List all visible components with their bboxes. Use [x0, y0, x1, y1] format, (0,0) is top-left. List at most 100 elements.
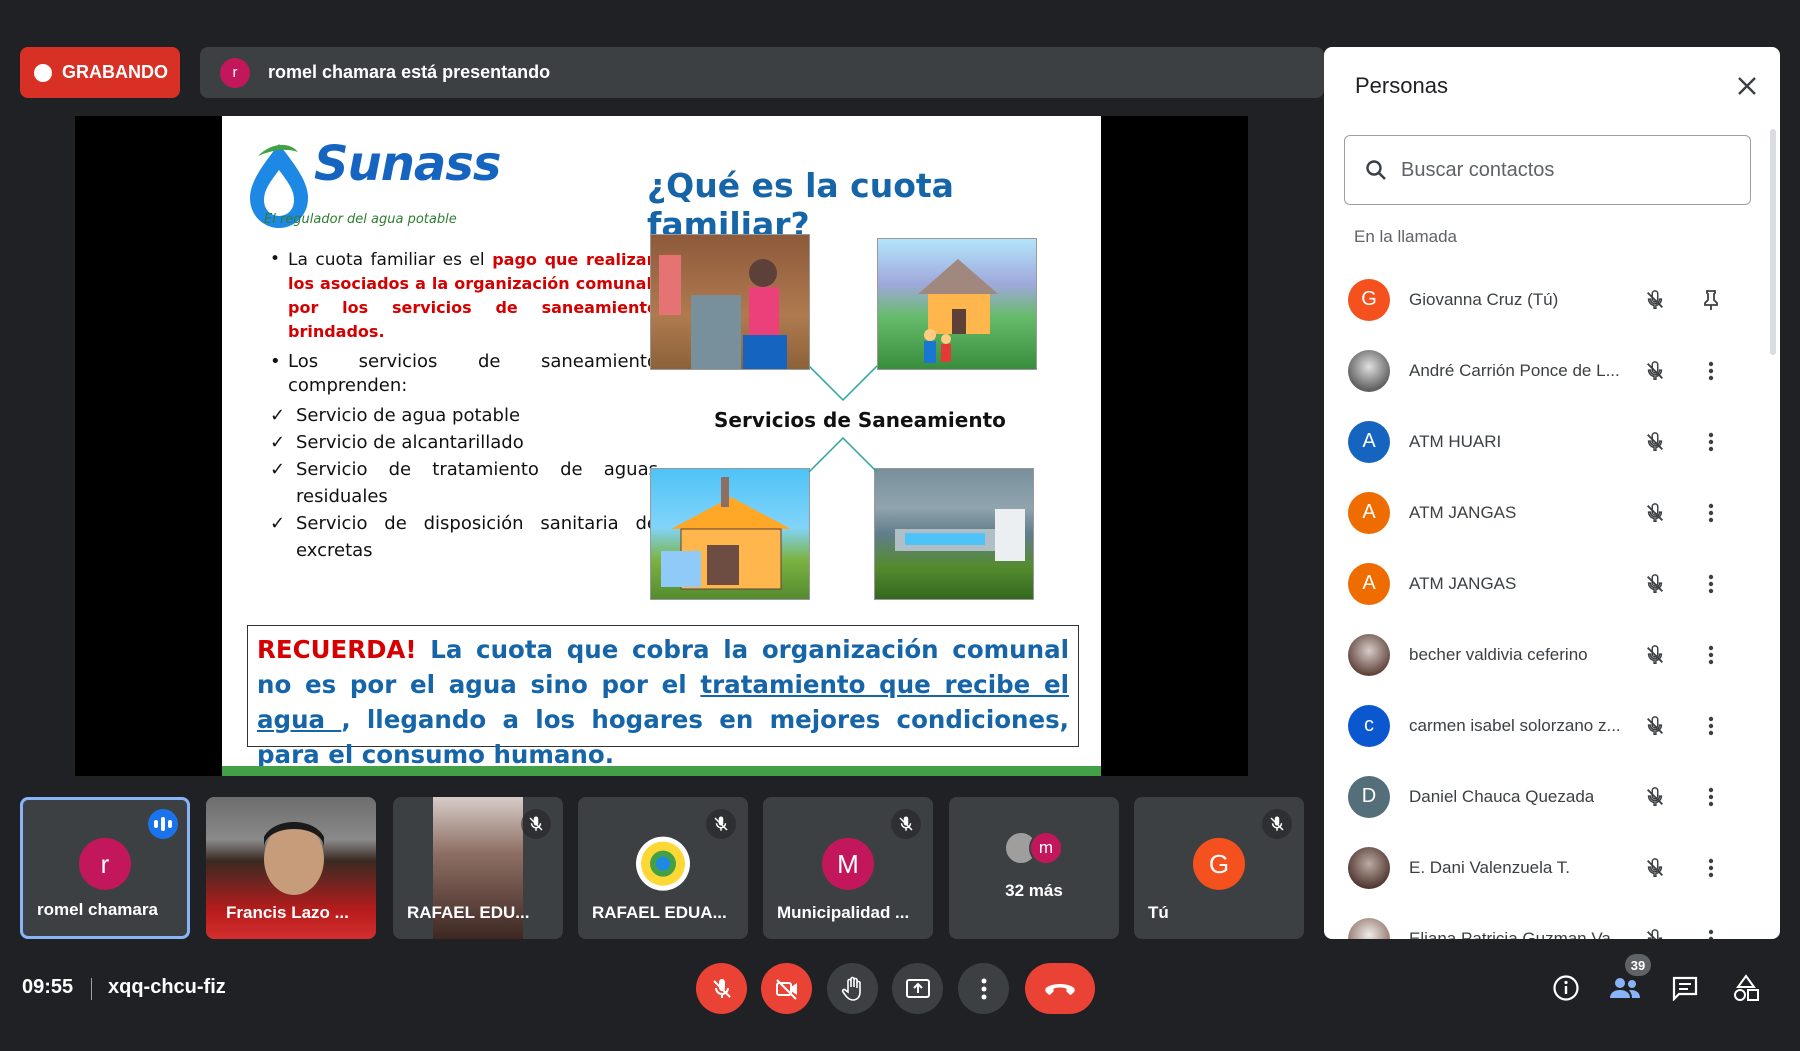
- mic-off-icon: [891, 809, 921, 839]
- slide-footer-bar: [222, 766, 1101, 776]
- more-options-button[interactable]: [1698, 500, 1724, 526]
- presenter-banner: r romel chamara está presentando: [200, 47, 1324, 98]
- tile-name: romel chamara: [37, 900, 158, 919]
- participant-row[interactable]: D Daniel Chauca Quezada: [1324, 761, 1764, 832]
- more-options-button[interactable]: [1698, 855, 1724, 881]
- more-options-button[interactable]: [958, 963, 1009, 1014]
- slide-bullets: La cuota familiar es el pago que realiza…: [270, 248, 658, 404]
- participant-name: ATM JANGAS: [1409, 573, 1517, 593]
- mic-off-icon: [706, 809, 736, 839]
- close-panel-button[interactable]: [1734, 73, 1760, 99]
- participant-tile[interactable]: RAFAEL EDU...: [393, 797, 563, 939]
- avatar-photo: [1348, 349, 1390, 392]
- more-options-button[interactable]: [1698, 784, 1724, 810]
- water-tap-illustration: [650, 234, 810, 370]
- participant-row[interactable]: André Carrión Ponce de L...: [1324, 335, 1764, 406]
- mic-off-icon: [1642, 855, 1668, 881]
- treatment-plant-photo: [874, 468, 1034, 600]
- search-input[interactable]: [1401, 158, 1721, 182]
- panel-scrollbar[interactable]: [1770, 129, 1776, 355]
- mic-off-icon: [1642, 642, 1668, 668]
- raise-hand-button[interactable]: [827, 963, 878, 1014]
- participant-row[interactable]: G Giovanna Cruz (Tú): [1324, 264, 1764, 335]
- mic-off-icon: [1642, 287, 1668, 313]
- participant-name: E. Dani Valenzuela T.: [1409, 857, 1570, 877]
- avatar: A: [1348, 420, 1390, 463]
- more-options-button[interactable]: [1698, 358, 1724, 384]
- house-family-illustration: [877, 238, 1037, 370]
- mic-off-icon: [521, 809, 551, 839]
- more-vert-icon: [1708, 716, 1714, 735]
- participant-row[interactable]: A ATM HUARI: [1324, 406, 1764, 477]
- participant-name: becher valdivia ceferino: [1409, 644, 1588, 664]
- participant-tile[interactable]: RAFAEL EDUA...: [578, 797, 748, 939]
- bullet-text: La cuota familiar es el: [288, 250, 493, 270]
- mic-off-icon: [1642, 500, 1668, 526]
- bullet-cuota: La cuota familiar es el pago que realiza…: [270, 248, 658, 344]
- participant-tile[interactable]: Francis Lazo ...: [206, 797, 376, 939]
- activities-button[interactable]: [1726, 968, 1766, 1008]
- avatar: A: [1348, 562, 1390, 605]
- more-options-button[interactable]: [1698, 571, 1724, 597]
- service-item: Servicio de tratamiento de aguas residua…: [270, 456, 658, 510]
- camera-toggle-button[interactable]: [761, 963, 812, 1014]
- present-icon: [905, 978, 930, 998]
- participant-row[interactable]: A ATM JANGAS: [1324, 548, 1764, 619]
- mic-off-icon: [712, 978, 731, 998]
- more-participants-tile[interactable]: m 32 más: [949, 797, 1119, 939]
- hand-icon: [841, 976, 861, 1001]
- self-tile[interactable]: G Tú: [1134, 797, 1304, 939]
- people-panel: Personas En la llamada G Giovanna Cruz (…: [1324, 47, 1780, 939]
- recording-badge: GRABANDO: [20, 47, 180, 98]
- participant-row[interactable]: c carmen isabel solorzano z...: [1324, 690, 1764, 761]
- tile-name: Tú: [1148, 903, 1169, 922]
- participant-list: G Giovanna Cruz (Tú) André Carrión Ponce…: [1324, 264, 1764, 939]
- info-icon: [1553, 975, 1579, 1001]
- more-vert-icon: [1708, 503, 1714, 522]
- participant-face: [264, 822, 324, 895]
- participant-name: Eliana Patricia Guzman Va...: [1409, 928, 1626, 940]
- participant-tile[interactable]: M Municipalidad ...: [763, 797, 933, 939]
- more-vert-icon: [1708, 432, 1714, 451]
- slide-title: ¿Qué es la cuota familiar?: [647, 166, 954, 244]
- more-options-button[interactable]: [1698, 429, 1724, 455]
- more-options-button[interactable]: [1698, 642, 1724, 668]
- participant-row[interactable]: E. Dani Valenzuela T.: [1324, 832, 1764, 903]
- camera-off-icon: [775, 978, 797, 1000]
- more-vert-icon: [981, 978, 986, 999]
- present-screen-button[interactable]: [892, 963, 943, 1014]
- microphone-toggle-button[interactable]: [696, 963, 747, 1014]
- participant-row[interactable]: A ATM JANGAS: [1324, 477, 1764, 548]
- participant-row[interactable]: becher valdivia ceferino: [1324, 619, 1764, 690]
- mic-off-icon: [1262, 809, 1292, 839]
- service-item: Servicio de disposición sanitaria de exc…: [270, 510, 658, 564]
- tile-name: RAFAEL EDUA...: [592, 903, 727, 922]
- people-button[interactable]: 39: [1605, 954, 1651, 1008]
- presentation-slide: Sunass El regulador del agua potable ¿Qu…: [222, 116, 1101, 776]
- recuerda-label: RECUERDA!: [257, 635, 417, 664]
- mic-off-icon: [1642, 358, 1668, 384]
- leave-call-button[interactable]: [1025, 963, 1095, 1014]
- bullet-text: Los servicios de saneamiento comprenden:: [288, 351, 658, 396]
- recuerda-box: RECUERDA! La cuota que cobra la organiza…: [247, 625, 1079, 769]
- services-checklist: Servicio de agua potable Servicio de alc…: [270, 402, 658, 564]
- close-icon: [1738, 77, 1756, 95]
- presenter-avatar: r: [220, 57, 250, 88]
- more-count: 32 más: [1005, 881, 1063, 900]
- chat-button[interactable]: [1665, 968, 1705, 1008]
- search-contacts-field[interactable]: [1344, 135, 1751, 205]
- diagram-label: Servicios de Saneamiento: [714, 408, 1006, 432]
- more-options-button[interactable]: [1698, 713, 1724, 739]
- meeting-details-button[interactable]: [1546, 968, 1586, 1008]
- people-icon: [1610, 978, 1640, 998]
- hang-up-icon: [1045, 983, 1075, 995]
- participant-tile-presenter[interactable]: r romel chamara: [20, 797, 190, 939]
- pin-button[interactable]: [1698, 287, 1724, 313]
- panel-title: Personas: [1355, 73, 1448, 98]
- more-options-button[interactable]: [1698, 926, 1724, 939]
- search-icon: [1366, 160, 1386, 180]
- avatar: c: [1348, 704, 1390, 747]
- more-vert-icon: [1708, 787, 1714, 806]
- meeting-code: xqq-chcu-fiz: [108, 976, 226, 998]
- participant-row[interactable]: Eliana Patricia Guzman Va...: [1324, 903, 1764, 939]
